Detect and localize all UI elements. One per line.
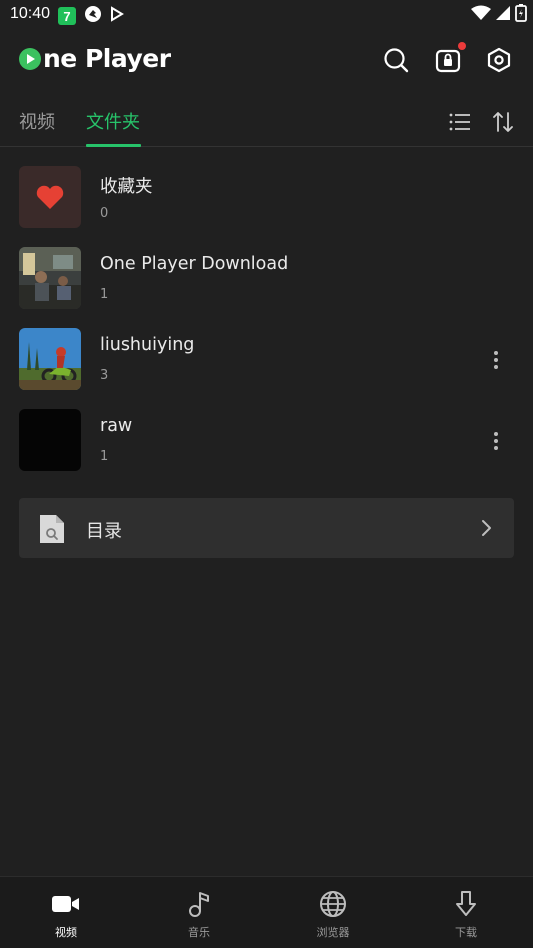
status-bar: 10:40 7: [0, 0, 533, 30]
more-dot: [494, 358, 498, 362]
motocross-thumbnail: [19, 328, 81, 390]
more-dot: [494, 432, 498, 436]
folder-name: raw: [100, 416, 133, 436]
logo-play-icon: [19, 47, 41, 70]
list-icon: [449, 113, 470, 131]
nav-browser[interactable]: 浏览器: [293, 889, 373, 940]
folder-name: 收藏夹: [100, 177, 153, 197]
bottom-navigation: 视频 音乐 浏览器 下载: [0, 876, 533, 948]
notification-dot: [458, 42, 466, 50]
more-options-button[interactable]: [487, 348, 505, 372]
nav-music[interactable]: 音乐: [159, 889, 239, 940]
battery-charging-icon: [515, 4, 527, 26]
folder-thumbnail: [19, 247, 81, 309]
download-arrow-icon: [451, 889, 481, 919]
folder-count: 0: [100, 206, 109, 221]
folder-name: liushuiying: [100, 335, 195, 355]
lock-folder-icon: [435, 49, 461, 73]
private-lock-button[interactable]: [434, 42, 466, 74]
nav-videos[interactable]: 视频: [26, 889, 106, 940]
heart-icon: [36, 185, 64, 209]
folder-count: 1: [100, 449, 109, 464]
folder-thumbnail: [19, 166, 81, 228]
chevron-right-icon: [480, 519, 492, 537]
directory-label: 目录: [86, 521, 122, 542]
bird-app-icon: [84, 5, 102, 27]
active-tab-indicator: [86, 144, 141, 147]
more-options-button[interactable]: [487, 429, 505, 453]
app-logo: ne Player: [19, 44, 171, 73]
more-dot: [494, 365, 498, 369]
signal-icon: [495, 5, 511, 25]
directory-card[interactable]: 目录: [19, 498, 514, 558]
nav-download[interactable]: 下载: [426, 889, 506, 940]
folder-item-raw[interactable]: raw 1: [0, 399, 533, 480]
search-button[interactable]: [382, 46, 410, 74]
folder-list: 收藏夹 0 One Player Download 1 liushuiying …: [0, 156, 533, 480]
nav-label: 下载: [455, 926, 477, 939]
status-time: 10:40: [10, 5, 51, 22]
music-note-icon: [184, 889, 214, 919]
app-badge-icon: 7: [58, 7, 76, 25]
tab-folders[interactable]: 文件夹: [86, 108, 140, 134]
nav-label: 音乐: [188, 926, 210, 939]
folder-item-one-player-download[interactable]: One Player Download 1: [0, 237, 533, 318]
status-system-icons: [471, 4, 527, 26]
tab-videos[interactable]: 视频: [19, 108, 55, 134]
folder-thumbnail: [19, 328, 81, 390]
list-view-button[interactable]: [448, 110, 472, 134]
globe-icon: [318, 889, 348, 919]
folder-name: One Player Download: [100, 254, 289, 274]
tab-bar: 视频 文件夹: [0, 96, 533, 147]
folder-count: 1: [100, 287, 109, 302]
room-scene-thumbnail: [19, 247, 81, 309]
folder-item-favorites[interactable]: 收藏夹 0: [0, 156, 533, 237]
video-camera-icon: [51, 889, 81, 919]
folder-item-liushuiying[interactable]: liushuiying 3: [0, 318, 533, 399]
more-dot: [494, 351, 498, 355]
folder-thumbnail: [19, 409, 81, 471]
wifi-icon: [471, 5, 491, 25]
app-header: ne Player: [0, 30, 533, 94]
app-name: ne Player: [43, 44, 171, 73]
status-notification-icons: 7: [58, 5, 124, 27]
sort-button[interactable]: [491, 110, 515, 134]
gear-icon: [487, 47, 511, 73]
more-dot: [494, 439, 498, 443]
sort-icon: [493, 112, 513, 132]
nav-label: 视频: [55, 926, 77, 939]
file-search-icon: [38, 513, 66, 545]
folder-count: 3: [100, 368, 109, 383]
search-icon: [384, 48, 409, 73]
settings-button[interactable]: [485, 46, 513, 74]
more-dot: [494, 446, 498, 450]
nav-label: 浏览器: [316, 926, 350, 939]
play-store-icon: [110, 6, 124, 26]
